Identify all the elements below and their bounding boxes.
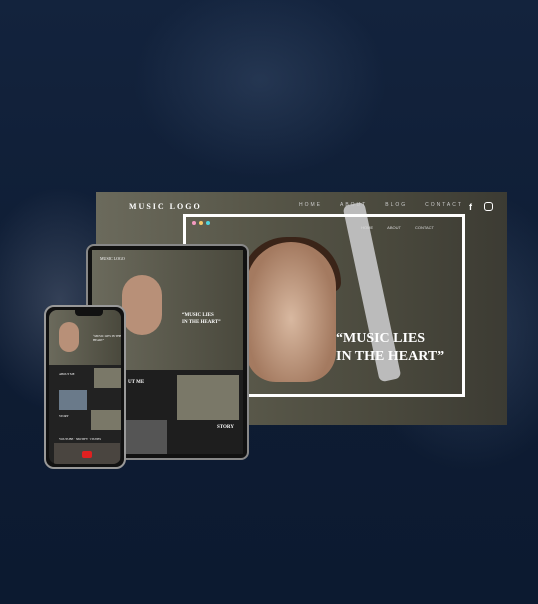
nav-blog[interactable]: BLOG — [385, 202, 407, 208]
phone-photo — [94, 368, 121, 388]
tablet-story-heading: STORY — [217, 425, 234, 430]
inner-nav-about[interactable]: ABOUT — [387, 225, 401, 230]
hero-quote: “MUSIC LIES IN THE HEART” — [336, 330, 444, 366]
tablet-hero-photo — [122, 275, 162, 335]
instagram-icon[interactable] — [484, 202, 493, 211]
phone-video — [54, 443, 120, 464]
phone-photo — [59, 390, 87, 410]
youtube-play-icon[interactable] — [82, 451, 92, 458]
dot-yellow — [199, 221, 203, 225]
phone-links: YOUTUBE · SPOTIFY · ITUNES — [59, 437, 102, 441]
tablet-quote: “MUSIC LIES IN THE HEART” — [182, 312, 221, 326]
quote-line: IN THE HEART” — [336, 349, 445, 364]
nav-home[interactable]: HOME — [299, 202, 322, 208]
inner-nav-home[interactable]: HOME — [361, 225, 373, 230]
facebook-icon[interactable]: f — [469, 202, 474, 212]
phone-hero-photo — [59, 322, 79, 352]
phone-mockup: “MUSIC LIES IN THE HEART” ABOUT ME STORY… — [44, 305, 126, 469]
phone-photo — [91, 410, 121, 430]
phone-about-heading: ABOUT ME — [59, 372, 75, 376]
phone-hero: “MUSIC LIES IN THE HEART” — [49, 310, 121, 365]
nav-contact[interactable]: CONTACT — [425, 202, 463, 208]
tablet-about-heading: UT ME — [128, 380, 145, 385]
nav-about[interactable]: ABOUT — [340, 202, 367, 208]
quote-line: IN THE HEART” — [182, 320, 221, 325]
tablet-guitar-photo — [122, 420, 167, 454]
inner-nav-contact[interactable]: CONTACT — [415, 225, 434, 230]
tablet-logo: MUSIC LOGO — [100, 256, 125, 261]
window-dots — [192, 221, 210, 225]
logo[interactable]: MUSIC LOGO — [129, 202, 202, 211]
tablet-about-photo — [177, 375, 239, 420]
phone-story-heading: STORY — [59, 414, 69, 418]
dot-cyan — [206, 221, 210, 225]
phone-quote: “MUSIC LIES IN THE HEART” — [93, 334, 121, 342]
dot-pink — [192, 221, 196, 225]
phone-notch — [75, 310, 103, 316]
quote-line: “MUSIC LIES — [182, 313, 214, 318]
quote-line: “MUSIC LIES — [336, 331, 426, 346]
